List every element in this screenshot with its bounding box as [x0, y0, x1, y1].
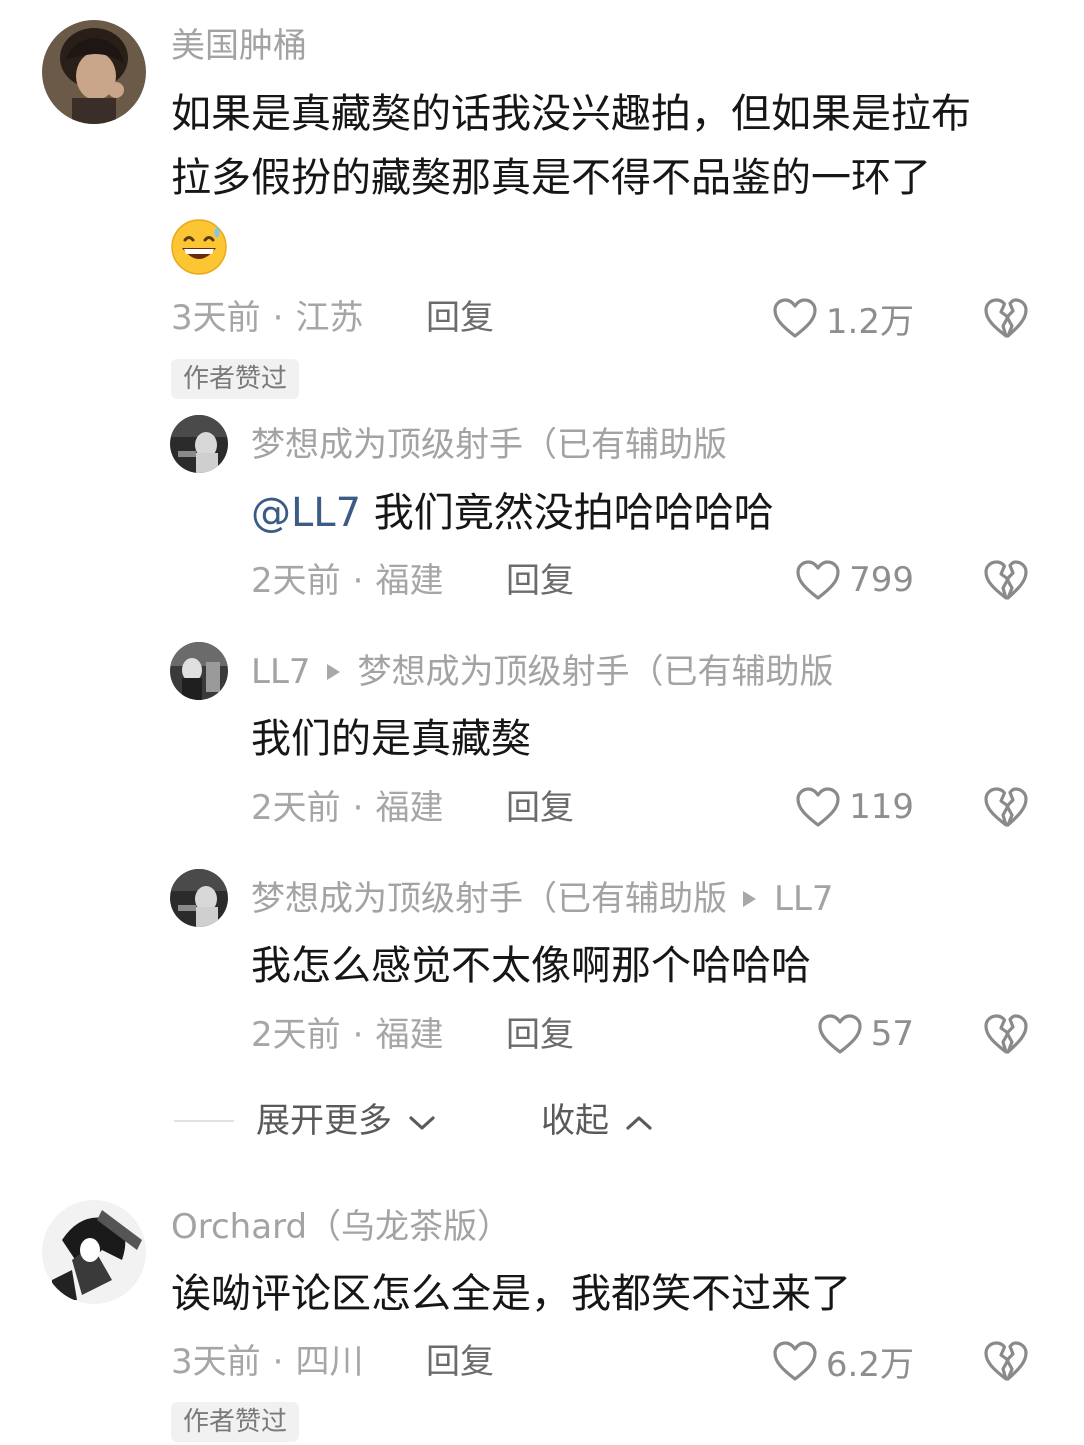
reply-text: @LL7 我们竟然没拍哈哈哈哈: [251, 481, 774, 545]
comment-meta: 2天前 · 福建: [251, 788, 443, 828]
like-button[interactable]: 799: [694, 558, 914, 602]
reply-text: 我们的是真藏獒: [251, 716, 531, 762]
username[interactable]: Orchard（乌龙茶版）: [171, 1207, 511, 1247]
reply-to-username[interactable]: 梦想成为顶级射手（已有辅助版: [358, 652, 834, 692]
comment-location: 四川: [295, 1342, 364, 1382]
meta-separator: ·: [272, 298, 284, 338]
heart-icon: [773, 298, 817, 338]
heart-icon: [796, 787, 840, 827]
avatar[interactable]: [42, 20, 146, 124]
comment-location: 江苏: [295, 298, 364, 338]
comment-time: 2天前: [251, 1015, 341, 1055]
like-button[interactable]: 1.2万: [694, 296, 914, 342]
meta-separator: ·: [352, 561, 364, 601]
like-button[interactable]: 119: [694, 785, 914, 829]
reply-button[interactable]: 回复: [506, 561, 574, 601]
mention-link[interactable]: @LL7: [251, 490, 361, 536]
username[interactable]: LL7: [251, 652, 311, 692]
collapse-button[interactable]: 收起: [541, 1101, 654, 1141]
expand-more-button[interactable]: 展开更多: [256, 1101, 437, 1141]
reply-text-body: 我们竟然没拍哈哈哈哈: [361, 490, 774, 536]
comment-meta: 3天前 · 江苏: [171, 298, 363, 338]
comment-text-line: 如果是真藏獒的话我没兴趣拍，但如果是拉布: [171, 91, 971, 137]
reply-button[interactable]: 回复: [426, 298, 494, 338]
reply-to-username[interactable]: LL7: [774, 879, 834, 919]
meta-separator: ·: [352, 1015, 364, 1055]
comment-meta: 2天前 · 福建: [251, 1015, 443, 1055]
grinning-sweat-emoji: [171, 219, 227, 275]
reply-header: 梦想成为顶级射手（已有辅助版 LL7: [251, 879, 834, 919]
like-count: 119: [849, 787, 914, 827]
broken-heart-icon[interactable]: [983, 1339, 1029, 1383]
like-button[interactable]: 57: [694, 1012, 914, 1056]
like-count: 1.2万: [825, 301, 914, 342]
meta-separator: ·: [352, 788, 364, 828]
avatar[interactable]: [170, 415, 228, 473]
reply-header: LL7 梦想成为顶级射手（已有辅助版: [251, 652, 834, 692]
chevron-down-icon: [409, 1115, 435, 1130]
username[interactable]: 美国肿桶: [171, 26, 307, 66]
reply-button[interactable]: 回复: [426, 1342, 494, 1382]
avatar[interactable]: [170, 869, 228, 927]
heart-icon: [818, 1014, 862, 1054]
reply-arrow-icon: [326, 664, 340, 680]
comment-time: 2天前: [251, 561, 341, 601]
comment-time: 3天前: [171, 298, 261, 338]
username[interactable]: 梦想成为顶级射手（已有辅助版: [251, 425, 727, 465]
like-count: 57: [870, 1014, 914, 1054]
comment-location: 福建: [375, 788, 444, 828]
reply-text: 我怎么感觉不太像啊那个哈哈哈: [251, 943, 811, 989]
broken-heart-icon[interactable]: [983, 296, 1029, 340]
comment-meta: 3天前 · 四川: [171, 1342, 363, 1382]
broken-heart-icon[interactable]: [983, 1012, 1029, 1056]
broken-heart-icon[interactable]: [983, 785, 1029, 829]
heart-icon: [773, 1341, 817, 1381]
collapse-label: 收起: [541, 1101, 609, 1141]
comment-text-line: 拉多假扮的藏獒那真是不得不品鉴的一环了: [171, 155, 931, 201]
comment-time: 2天前: [251, 788, 341, 828]
author-liked-badge: 作者赞过: [171, 359, 300, 399]
comment-text-line: 诶呦评论区怎么全是，我都笑不过来了: [171, 1271, 851, 1317]
avatar[interactable]: [42, 1200, 146, 1304]
broken-heart-icon[interactable]: [983, 558, 1029, 602]
heart-icon: [796, 560, 840, 600]
reply-button[interactable]: 回复: [506, 788, 574, 828]
comment-location: 福建: [375, 561, 444, 601]
avatar[interactable]: [170, 642, 228, 700]
like-count: 6.2万: [825, 1344, 914, 1385]
expand-divider: [174, 1120, 234, 1122]
chevron-up-icon: [626, 1115, 652, 1130]
meta-separator: ·: [272, 1342, 284, 1382]
author-liked-badge: 作者赞过: [171, 1402, 300, 1442]
like-count: 799: [849, 560, 914, 600]
comment-meta: 2天前 · 福建: [251, 561, 443, 601]
like-button[interactable]: 6.2万: [694, 1339, 914, 1385]
reply-button[interactable]: 回复: [506, 1015, 574, 1055]
username[interactable]: 梦想成为顶级射手（已有辅助版: [251, 879, 727, 919]
comment-time: 3天前: [171, 1342, 261, 1382]
reply-arrow-icon: [743, 891, 756, 907]
comment-location: 福建: [375, 1015, 444, 1055]
expand-more-label: 展开更多: [256, 1101, 392, 1141]
